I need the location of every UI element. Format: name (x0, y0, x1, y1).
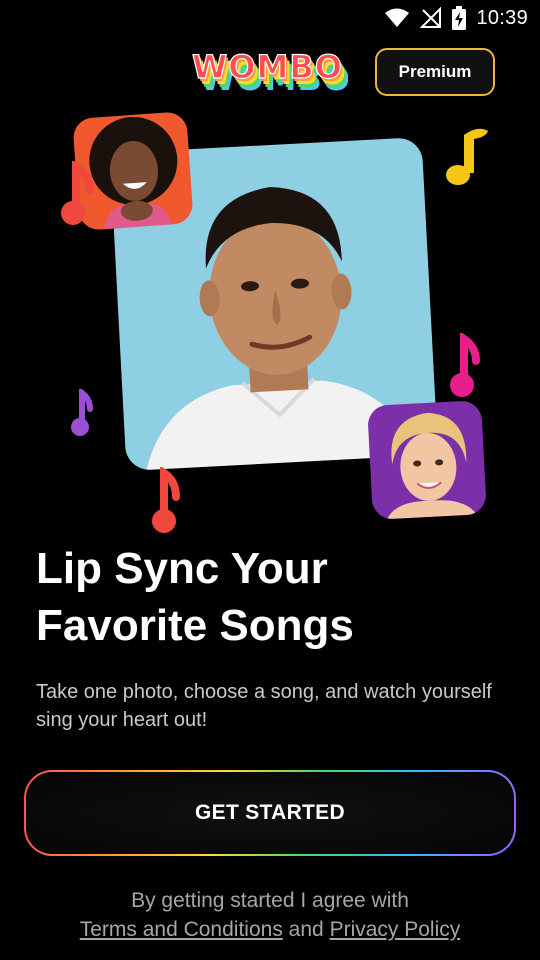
headline-line-2: Favorite Songs (36, 601, 354, 650)
status-time: 10:39 (476, 6, 528, 29)
hero-illustration (0, 105, 540, 540)
legal-links-line: Terms and Conditions and Privacy Policy (0, 915, 540, 944)
legal-prefix: By getting started I agree with (131, 889, 409, 912)
music-note-icon-red-bottom (152, 467, 180, 533)
no-signal-icon (420, 7, 442, 28)
description-text: Take one photo, choose a song, and watch… (36, 681, 492, 731)
status-icons: 10:39 (384, 6, 528, 30)
wifi-icon (385, 8, 410, 27)
music-note-icon-red-top (61, 161, 94, 225)
premium-button[interactable]: Premium (375, 48, 495, 96)
get-started-button[interactable]: GET STARTED (26, 772, 514, 854)
legal-conjunction: and (288, 918, 324, 941)
wombo-logo: WOMBO WOMBO WOMBO WOMBO WOMBO (192, 52, 348, 94)
get-started-button-border: GET STARTED (24, 770, 516, 856)
privacy-link[interactable]: Privacy Policy (330, 918, 461, 941)
music-note-icon-purple (71, 389, 93, 436)
woman-portrait-image-2 (387, 412, 477, 520)
headline: Lip Sync Your Favorite Songs (36, 540, 516, 654)
svg-text:WOMBO: WOMBO (192, 52, 343, 86)
legal-notice: By getting started I agree with Terms an… (0, 886, 540, 944)
headline-line-1: Lip Sync Your (36, 544, 328, 593)
music-note-icon-yellow (446, 128, 488, 185)
music-note-icon-pink (450, 333, 480, 397)
woman-photo-card-2 (367, 400, 487, 520)
battery-charging-icon (452, 6, 467, 30)
status-bar: 10:39 (0, 0, 540, 36)
terms-link[interactable]: Terms and Conditions (80, 918, 283, 941)
